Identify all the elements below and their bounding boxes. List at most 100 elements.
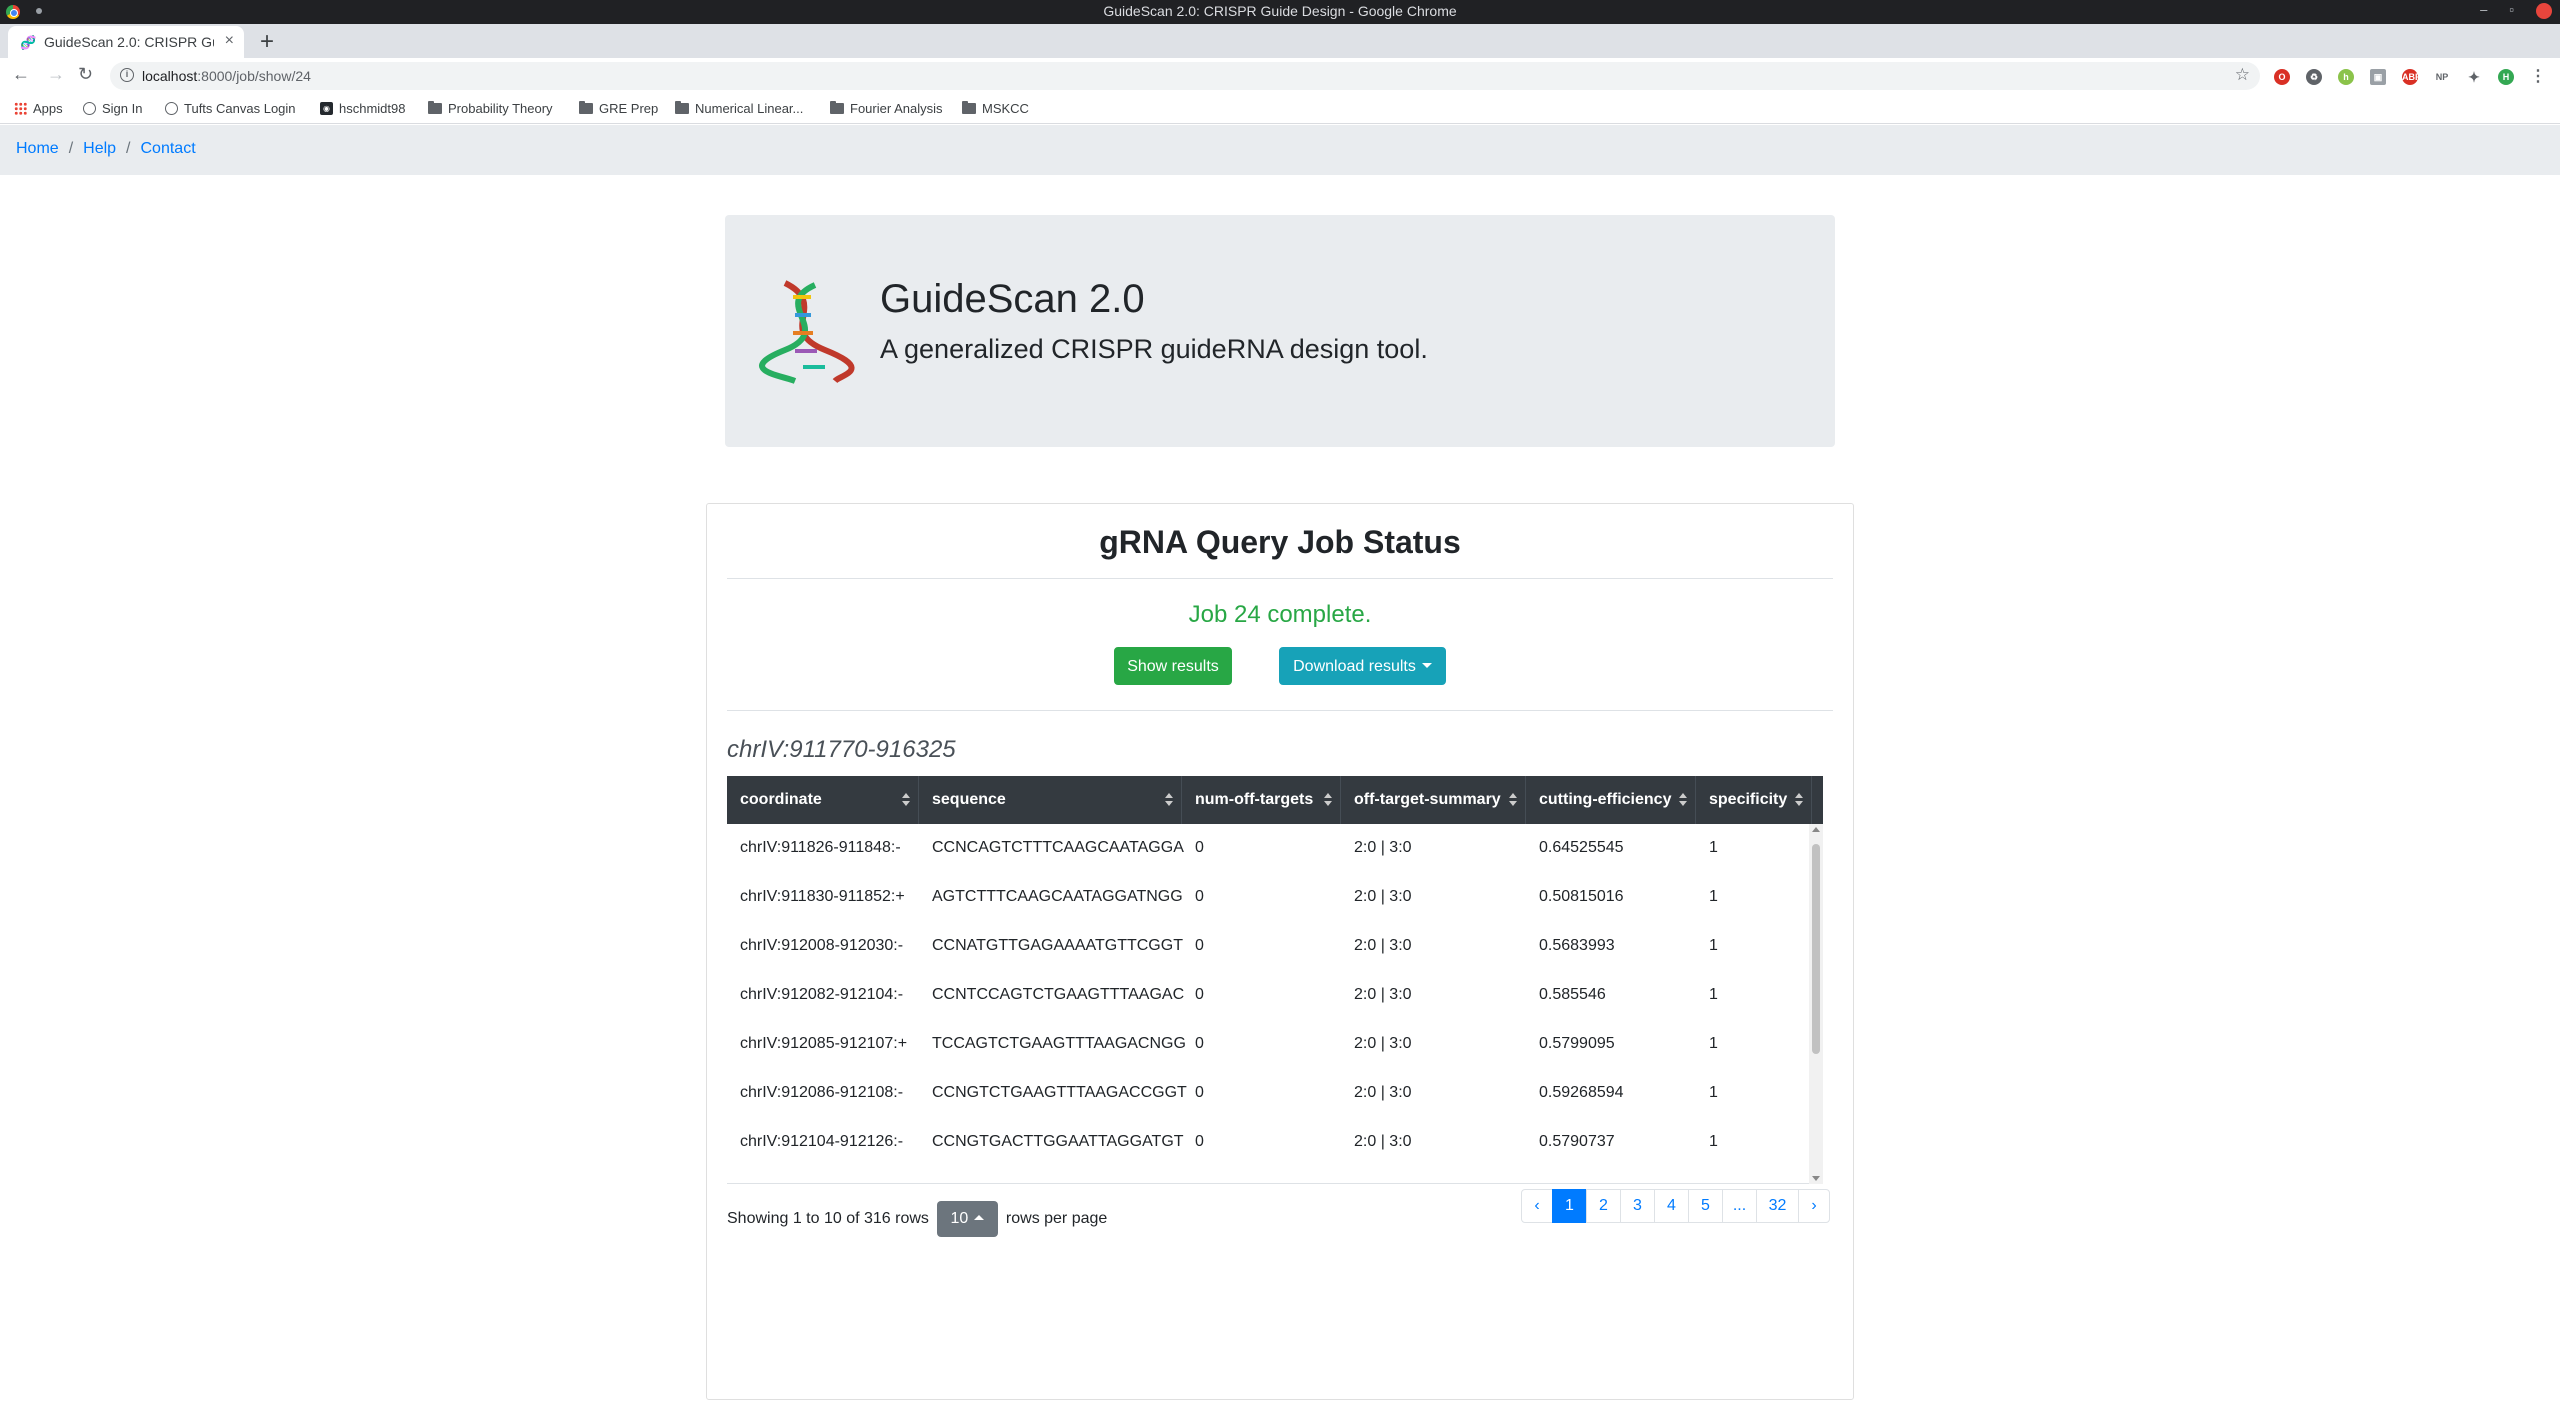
extensions-puzzle-icon[interactable]: ✦ (2466, 69, 2482, 85)
window-titlebar: GuideScan 2.0: CRISPR Guide Design - Goo… (0, 0, 2560, 24)
sort-icon (1165, 793, 1173, 807)
breadcrumb-home-link[interactable]: Home (16, 140, 59, 158)
url-text[interactable]: localhost:8000/job/show/24 (142, 68, 311, 84)
reload-icon[interactable]: ↻ (78, 64, 93, 85)
column-header-specificity[interactable]: specificity (1696, 776, 1812, 824)
hero-banner: GuideScan 2.0 A generalized CRISPR guide… (725, 215, 1835, 447)
page-button-3[interactable]: 3 (1620, 1189, 1655, 1223)
page-ellipsis: ... (1722, 1189, 1757, 1223)
extension-h-icon[interactable]: h (2338, 69, 2354, 85)
app-subtitle: A generalized CRISPR guideRNA design too… (880, 334, 1428, 364)
page-next-button[interactable]: › (1798, 1189, 1830, 1223)
cell-off-target-summary: 2:0 | 3:0 (1354, 839, 1412, 856)
download-results-button[interactable]: Download results (1279, 647, 1446, 685)
site-info-icon[interactable]: i (120, 68, 134, 82)
page-button-4[interactable]: 4 (1654, 1189, 1689, 1223)
bookmark-probability-theory[interactable]: Probability Theory (428, 101, 553, 116)
page-size-dropdown[interactable]: 10 (936, 1201, 998, 1237)
scroll-up-icon[interactable] (1812, 827, 1820, 832)
table-scrollbar[interactable] (1809, 824, 1823, 1184)
tab-close-icon[interactable]: × (225, 32, 234, 50)
cell-off-target-summary: 2:0 | 3:0 (1354, 937, 1412, 954)
cell-coordinate: chrIV:912082-912104:- (740, 986, 904, 1003)
bookmark-gre-prep[interactable]: GRE Prep (579, 101, 658, 116)
cell-coordinate: chrIV:912104-912126:- (740, 1133, 904, 1150)
genomic-region: chrIV:911770-916325 (727, 736, 956, 763)
column-header-cutting-efficiency[interactable]: cutting-efficiency (1526, 776, 1696, 824)
table-row: chrIV:912085-912107:+ TCCAGTCTGAAGTTTAAG… (727, 1020, 1823, 1069)
cell-specificity: 1 (1709, 1133, 1718, 1150)
scroll-thumb[interactable] (1812, 844, 1820, 1054)
chrome-menu-icon[interactable]: ⋮ (2530, 69, 2546, 85)
address-bar[interactable]: i localhost:8000/job/show/24 ☆ (110, 62, 2260, 90)
show-results-button[interactable]: Show results (1114, 647, 1232, 685)
bookmark-mskcc[interactable]: MSKCC (962, 101, 1029, 116)
results-table: coordinate sequence num-off-targets off-… (727, 776, 1823, 1184)
page-prev-button[interactable]: ‹ (1521, 1189, 1553, 1223)
window-title: GuideScan 2.0: CRISPR Guide Design - Goo… (1103, 3, 1457, 19)
bookmark-label: Fourier Analysis (850, 101, 943, 116)
forward-icon[interactable]: → (47, 64, 65, 85)
table-row: chrIV:911830-911852:+ AGTCTTTCAAGCAATAGG… (727, 873, 1823, 922)
extension-screenshot-icon[interactable]: ▣ (2370, 69, 2386, 85)
bookmark-numerical-linear[interactable]: Numerical Linear... (675, 101, 803, 116)
divider (727, 710, 1833, 711)
extension-opera-icon[interactable]: O (2274, 69, 2290, 85)
maximize-icon[interactable]: ▫ (2509, 2, 2514, 19)
extension-recycle-icon[interactable]: ♻ (2306, 69, 2322, 85)
column-label: specificity (1709, 791, 1788, 808)
page-button-1[interactable]: 1 (1552, 1189, 1587, 1223)
table-header: coordinate sequence num-off-targets off-… (727, 776, 1823, 824)
folder-icon (428, 101, 442, 114)
back-icon[interactable]: ← (12, 64, 30, 85)
minimize-icon[interactable]: – (2480, 2, 2487, 19)
column-header-off-target-summary[interactable]: off-target-summary (1341, 776, 1526, 824)
cell-cutting-efficiency: 0.64525545 (1539, 839, 1624, 856)
bookmark-sign-in[interactable]: Sign In (83, 101, 142, 116)
caret-down-icon (1421, 662, 1432, 668)
bookmark-star-icon[interactable]: ☆ (2235, 65, 2250, 85)
bookmark-hschmidt98[interactable]: ◉ hschmidt98 (320, 101, 405, 116)
breadcrumb-contact-link[interactable]: Contact (141, 140, 196, 158)
new-tab-icon[interactable]: + (260, 28, 274, 56)
cell-sequence: CCNTCCAGTCTGAAGTTTAAGAC (932, 986, 1185, 1003)
dna-helix-icon (759, 280, 855, 384)
cell-coordinate: chrIV:912086-912108:- (740, 1084, 904, 1101)
column-header-coordinate[interactable]: coordinate (727, 776, 919, 824)
cell-specificity: 1 (1709, 986, 1718, 1003)
column-label: sequence (932, 791, 1006, 808)
app-title: GuideScan 2.0 (880, 277, 1145, 321)
job-status-heading: gRNA Query Job Status (1099, 524, 1461, 560)
column-header-sequence[interactable]: sequence (919, 776, 1182, 824)
close-window-icon[interactable] (2536, 3, 2552, 19)
pagination: ‹ 1 2 3 4 5 ... 32 › (1521, 1189, 1830, 1223)
breadcrumb-separator: / (68, 140, 74, 157)
browser-tab[interactable]: 🧬 GuideScan 2.0: CRISPR Guide × (8, 26, 244, 58)
bookmark-fourier-analysis[interactable]: Fourier Analysis (830, 101, 942, 116)
scroll-down-icon[interactable] (1812, 1176, 1820, 1181)
bookmark-tufts-canvas[interactable]: Tufts Canvas Login (165, 101, 296, 116)
extension-adblock-icon[interactable]: ABP (2402, 69, 2421, 85)
tab-strip: 🧬 GuideScan 2.0: CRISPR Guide × + (0, 24, 2560, 58)
cell-off-target-summary: 2:0 | 3:0 (1354, 986, 1412, 1003)
column-label: off-target-summary (1354, 791, 1501, 808)
breadcrumb-help-link[interactable]: Help (83, 140, 116, 158)
browser-toolbar: ← → ↻ i localhost:8000/job/show/24 ☆ O ♻… (0, 58, 2560, 94)
page-button-5[interactable]: 5 (1688, 1189, 1723, 1223)
column-header-num-off-targets[interactable]: num-off-targets (1182, 776, 1341, 824)
sort-icon (1509, 793, 1517, 807)
table-row: chrIV:912008-912030:- CCNATGTTGAGAAAATGT… (727, 922, 1823, 971)
page-button-2[interactable]: 2 (1586, 1189, 1621, 1223)
profile-avatar-icon[interactable]: H (2498, 69, 2514, 85)
bookmark-label: Numerical Linear... (695, 101, 804, 116)
cell-specificity: 1 (1709, 888, 1718, 905)
sort-icon (1795, 793, 1803, 807)
cell-coordinate: chrIV:912008-912030:- (740, 937, 904, 954)
page-button-32[interactable]: 32 (1756, 1189, 1799, 1223)
bookmark-label: Apps (33, 101, 63, 116)
dna-favicon-icon: 🧬 (20, 35, 37, 50)
bookmark-apps[interactable]: Apps (14, 101, 63, 116)
extension-np-icon[interactable]: NP (2434, 69, 2450, 85)
cell-num-off-targets: 0 (1195, 937, 1204, 954)
apps-icon (14, 102, 27, 115)
